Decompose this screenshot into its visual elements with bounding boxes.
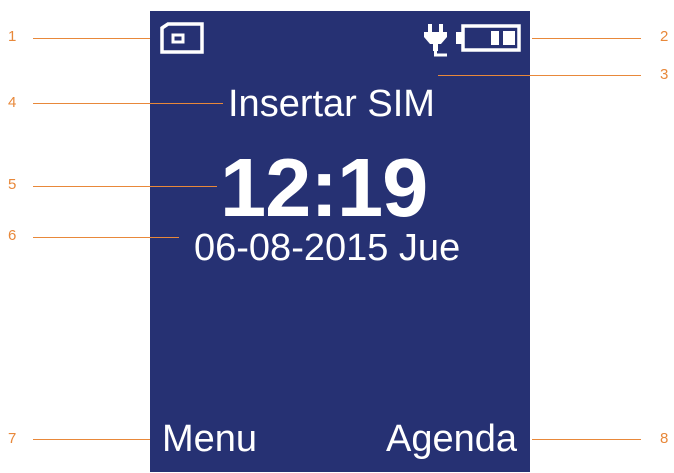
callout-line-4: [33, 103, 223, 104]
callout-line-2: [532, 38, 641, 39]
sim-card-icon: [160, 22, 204, 54]
callout-line-1: [33, 38, 150, 39]
clock-time: 12:19: [220, 141, 428, 234]
callout-number-2: 2: [660, 28, 669, 45]
softkey-menu[interactable]: Menu: [162, 418, 257, 461]
callout-line-6: [33, 237, 179, 238]
callout-line-8: [532, 439, 641, 440]
callout-line-3: [438, 75, 641, 76]
callout-number-1: 1: [8, 28, 17, 45]
status-message: Insertar SIM: [228, 83, 435, 125]
callout-number-6: 6: [8, 227, 17, 244]
callout-number-5: 5: [8, 176, 17, 193]
callout-line-5: [33, 186, 217, 187]
date-display: 06-08-2015 Jue: [194, 227, 461, 269]
phone-screen: Insertar SIM 12:19 06-08-2015 Jue Menu A…: [150, 11, 530, 472]
callout-number-3: 3: [660, 66, 669, 83]
battery-icon: [456, 24, 521, 52]
callout-number-7: 7: [8, 430, 17, 447]
softkey-agenda[interactable]: Agenda: [386, 418, 517, 461]
charging-plug-icon: [424, 24, 447, 57]
callout-line-7: [33, 439, 150, 440]
callout-number-4: 4: [8, 94, 17, 111]
callout-number-8: 8: [660, 430, 669, 447]
